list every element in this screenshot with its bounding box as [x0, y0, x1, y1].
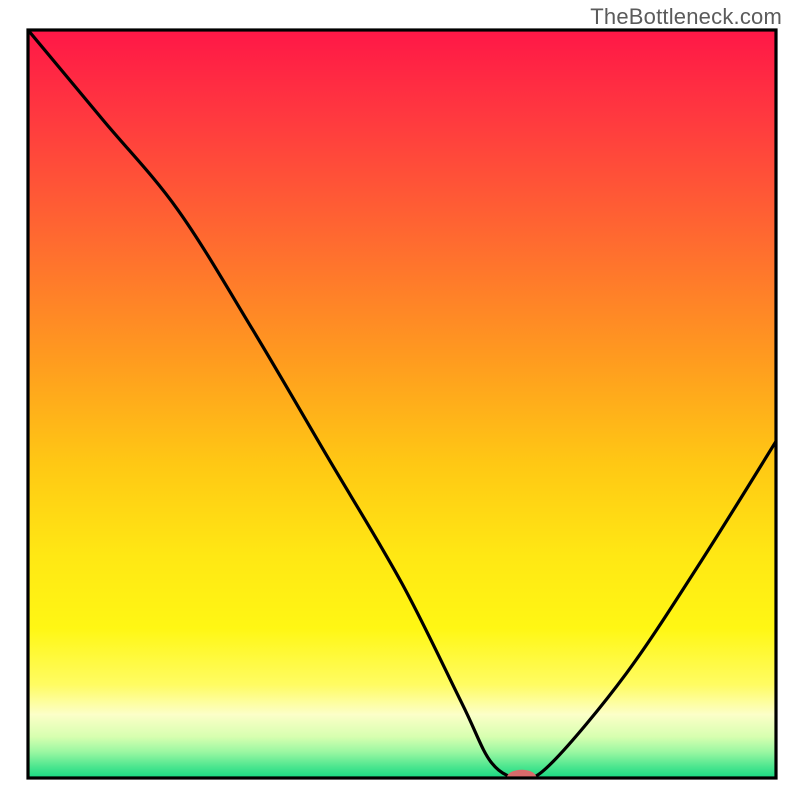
gradient-background — [28, 30, 776, 778]
bottleneck-chart — [0, 0, 800, 800]
